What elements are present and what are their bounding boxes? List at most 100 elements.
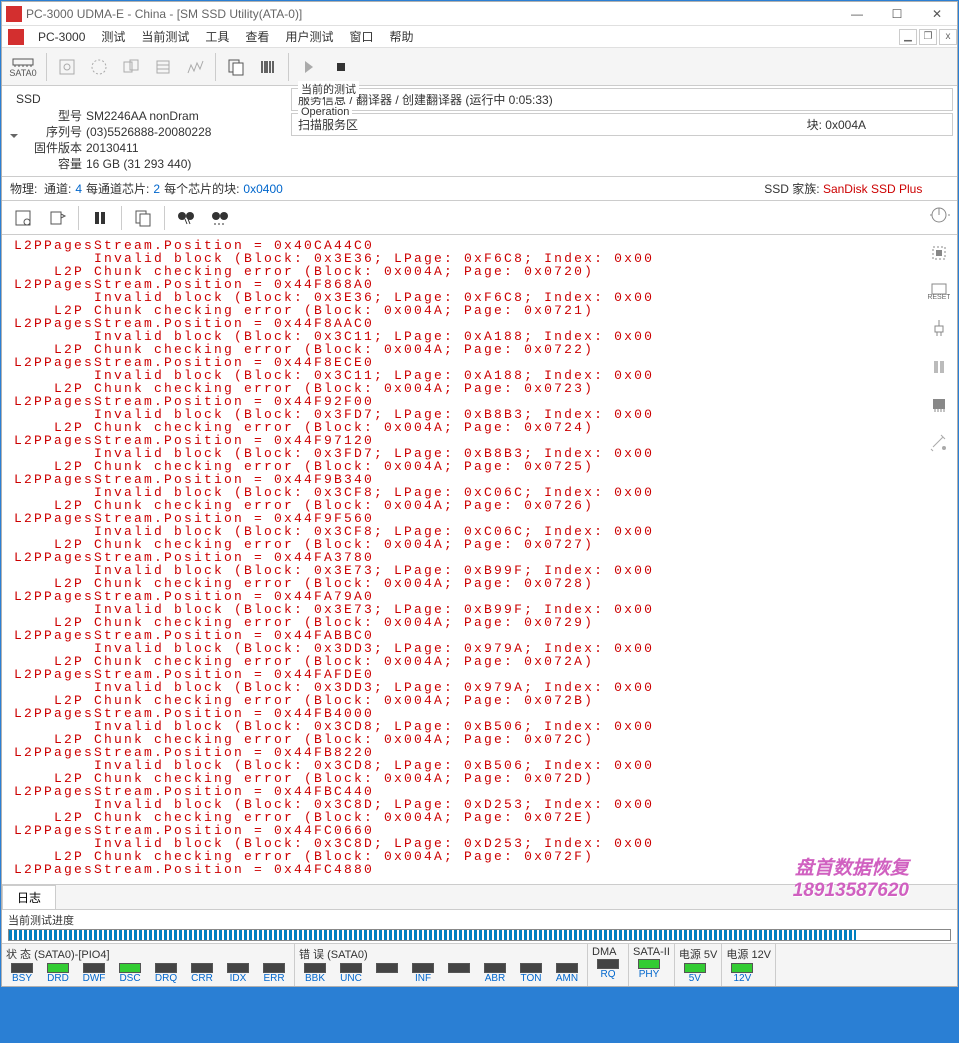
mdi-restore[interactable]: ❐ [919, 29, 937, 45]
side-btn-pause[interactable] [926, 354, 952, 380]
log-find-next-button[interactable] [207, 205, 233, 231]
current-test-content: 服务信息 / 翻译器 / 创建翻译器 (运行中 0:05:33) [298, 91, 946, 108]
led-state-CRR: CRR [186, 963, 218, 984]
led-label: CRR [191, 973, 213, 984]
menu-tools[interactable]: 工具 [197, 28, 237, 45]
status-error-title: 错 误 (SATA0) [299, 946, 583, 963]
led-box [448, 963, 470, 973]
led-label: 12V [733, 973, 751, 984]
side-btn-chip[interactable] [926, 240, 952, 266]
log-pause-button[interactable] [87, 205, 113, 231]
operation-fieldset: Operation 扫描服务区 块: 0x004A [291, 113, 953, 136]
block-value: 0x004A [825, 118, 866, 132]
log-btn-1[interactable] [10, 205, 36, 231]
led-label: DSC [119, 973, 140, 984]
progress-fill [9, 930, 856, 940]
toolbar-btn-1[interactable] [53, 53, 81, 81]
led-label: UNC [340, 973, 362, 984]
main-window: PC-3000 UDMA-E - China - [SM SSD Utility… [1, 1, 958, 987]
minimize-button[interactable]: — [837, 2, 877, 26]
led-box [227, 963, 249, 973]
side-btn-cpu[interactable] [926, 392, 952, 418]
log-btn-2[interactable] [44, 205, 70, 231]
model-value: SM2246AA nonDram [86, 108, 199, 124]
ssd-section-label: SSD [10, 90, 279, 108]
side-btn-power[interactable] [926, 202, 952, 228]
led-box [376, 963, 398, 973]
led-label: AMN [556, 973, 578, 984]
led-state-ERR: ERR [258, 963, 290, 984]
mdi-minimize[interactable]: ▁ [899, 29, 917, 45]
toolbar-barcode-button[interactable] [254, 53, 282, 81]
status-group-error: 错 误 (SATA0) BBKUNCINFABRTONAMN [295, 944, 588, 986]
led-error-ABR: ABR [479, 963, 511, 984]
toolbar-play-button[interactable] [295, 53, 323, 81]
led-error-UNC: UNC [335, 963, 367, 984]
menu-view[interactable]: 查看 [237, 28, 277, 45]
toolbar-btn-3[interactable] [117, 53, 145, 81]
status-dma-title: DMA [592, 946, 624, 959]
app-name[interactable]: PC-3000 [30, 30, 93, 44]
side-btn-connector[interactable] [926, 316, 952, 342]
ssd-family-label: SSD 家族: [764, 180, 819, 197]
led-label: IDX [230, 973, 247, 984]
log-text[interactable]: L2PPagesStream.Position = 0x40CA44C0 Inv… [14, 239, 955, 876]
phys-label: 物理: [10, 180, 37, 197]
info-panel: SSD 型号SM2246AA nonDram 序列号(03)5526888-20… [2, 86, 957, 177]
menu-current-test[interactable]: 当前测试 [133, 28, 197, 45]
led-label: ERR [263, 973, 284, 984]
toolbar-btn-4[interactable] [149, 53, 177, 81]
menu-test[interactable]: 测试 [93, 28, 133, 45]
side-toolbar: RESET [923, 202, 955, 456]
led-error-TON: TON [515, 963, 547, 984]
progress-row: 当前测试进度 [2, 910, 957, 944]
led-state-DRD: DRD [42, 963, 74, 984]
led-12v-12V: 12V [726, 963, 758, 984]
ssd-family-value: SanDisk SSD Plus [823, 182, 922, 196]
menu-help[interactable]: 帮助 [381, 28, 421, 45]
led-box [83, 963, 105, 973]
close-button[interactable]: ✕ [917, 2, 957, 26]
led-label: TON [521, 973, 542, 984]
chips-label: 每通道芯片: [86, 180, 149, 197]
led-label: DWF [83, 973, 106, 984]
toolbar-btn-2[interactable] [85, 53, 113, 81]
app-icon [6, 6, 22, 22]
serial-value: (03)5526888-20080228 [86, 124, 211, 140]
led-box [684, 963, 706, 973]
channels-value: 4 [75, 182, 82, 196]
status-5v-title: 电源 5V [679, 946, 718, 963]
led-error-2 [371, 963, 403, 984]
led-box [520, 963, 542, 973]
side-btn-settings[interactable] [926, 430, 952, 456]
status-group-state: 状 态 (SATA0)-[PIO4] BSYDRDDWFDSCDRQCRRIDX… [2, 944, 295, 986]
fw-label: 固件版本 [24, 140, 86, 156]
sata-port-button[interactable]: SATA0 [6, 53, 40, 81]
toolbar-copy-button[interactable] [222, 53, 250, 81]
led-label: DRQ [155, 973, 177, 984]
physical-info-row: 物理: 通道: 4 每通道芯片: 2 每个芯片的块: 0x0400 SSD 家族… [2, 177, 957, 201]
tab-log[interactable]: 日志 [2, 885, 56, 909]
side-btn-reset[interactable]: RESET [926, 278, 952, 304]
led-dma-RQ: RQ [592, 959, 624, 980]
led-box [597, 959, 619, 969]
titlebar: PC-3000 UDMA-E - China - [SM SSD Utility… [2, 2, 957, 26]
expand-icon[interactable] [10, 134, 18, 138]
log-copy-button[interactable] [130, 205, 156, 231]
status-group-dma: DMA RQ [588, 944, 629, 986]
toolbar-btn-5[interactable] [181, 53, 209, 81]
led-box [638, 959, 660, 969]
menu-user-test[interactable]: 用户测试 [277, 28, 341, 45]
app-icon-small [8, 29, 24, 45]
progress-label: 当前测试进度 [8, 912, 951, 928]
menubar: PC-3000 测试 当前测试 工具 查看 用户测试 窗口 帮助 ▁ ❐ x [2, 26, 957, 48]
mdi-close[interactable]: x [939, 29, 957, 45]
toolbar-stop-button[interactable] [327, 53, 355, 81]
current-test-title: 当前的测试 [298, 81, 359, 97]
maximize-button[interactable]: ☐ [877, 2, 917, 26]
sata-label: SATA0 [9, 68, 36, 78]
log-find-button[interactable] [173, 205, 199, 231]
menu-window[interactable]: 窗口 [341, 28, 381, 45]
led-box [304, 963, 326, 973]
status-bar: 状 态 (SATA0)-[PIO4] BSYDRDDWFDSCDRQCRRIDX… [2, 944, 957, 986]
